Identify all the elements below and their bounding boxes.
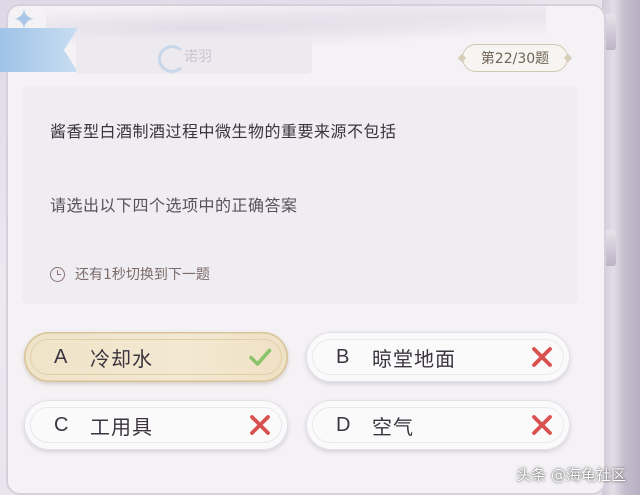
option-label: 空气 (372, 414, 414, 439)
character-name: 诺羽 (184, 49, 212, 65)
question-counter: 第22/30题 (462, 44, 568, 72)
clock-icon (50, 266, 65, 282)
option-letter: B (336, 345, 350, 368)
swirl-icon (158, 45, 186, 73)
option-label: 晾堂地面 (372, 346, 456, 371)
star-icon: ✦ (12, 3, 36, 36)
option-b-button[interactable]: B 晾堂地面 (306, 332, 570, 382)
character-tab: 诺羽 (76, 38, 312, 74)
game-screen: ✦ 诺羽 第22/30题 酱香型白酒制酒过程中微生物的重要来源不包括 请选出以下… (0, 0, 640, 495)
option-c-button[interactable]: C 工用具 (24, 400, 288, 450)
option-d-button[interactable]: D 空气 (306, 400, 570, 450)
option-label: 冷却水 (90, 346, 153, 371)
cross-icon (532, 415, 552, 435)
book-spine (602, 0, 640, 495)
cross-icon (250, 415, 270, 435)
timer-text: 还有1秒切换到下一题 (75, 267, 210, 283)
option-letter: D (336, 413, 351, 436)
countdown-timer: 还有1秒切换到下一题 (50, 264, 210, 284)
watermark: 头条 @海龟社区 (516, 466, 626, 484)
question-text: 酱香型白酒制酒过程中微生物的重要来源不包括 (50, 122, 397, 141)
option-letter: A (54, 345, 68, 368)
check-icon (249, 348, 272, 366)
question-instruction: 请选出以下四个选项中的正确答案 (50, 196, 298, 215)
cross-icon (532, 347, 552, 367)
option-a-button[interactable]: A 冷却水 (24, 332, 288, 382)
option-label: 工用具 (90, 414, 153, 439)
option-letter: C (54, 413, 69, 436)
